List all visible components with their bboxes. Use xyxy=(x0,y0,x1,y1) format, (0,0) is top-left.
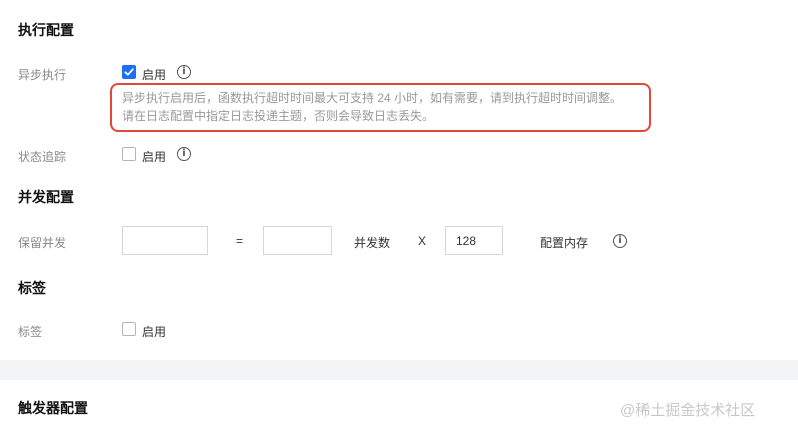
trigger-config-title: 触发器配置 xyxy=(18,400,88,416)
reserved-concurrency-input[interactable] xyxy=(122,226,208,255)
concurrency-count-input[interactable] xyxy=(263,226,332,255)
async-exec-checkbox-label[interactable]: 启用 xyxy=(142,66,166,83)
equals-sign: = xyxy=(236,234,244,248)
checkmark-icon xyxy=(124,68,134,76)
memory-config-label: 配置内存 xyxy=(540,236,589,250)
async-description-line1: 异步执行启用后，函数执行超时时间最大可支持 24 小时，如有需要，请到执行超时时… xyxy=(122,91,623,105)
reserved-concurrency-label: 保留并发 xyxy=(18,236,67,250)
status-tracking-checkbox[interactable] xyxy=(122,147,136,161)
multiply-sign: X xyxy=(418,234,427,248)
async-exec-checkbox[interactable] xyxy=(122,65,136,79)
concurrency-config-title: 并发配置 xyxy=(18,189,74,205)
info-icon[interactable]: i xyxy=(177,147,191,161)
section-separator xyxy=(0,360,798,380)
status-tracking-checkbox-label[interactable]: 启用 xyxy=(142,148,166,165)
memory-input[interactable]: 128 xyxy=(445,226,503,255)
async-description-line2: 请在日志配置中指定日志投递主题，否则会导致日志丢失。 xyxy=(122,109,435,123)
tags-label: 标签 xyxy=(18,325,43,339)
info-icon[interactable]: i xyxy=(177,65,191,79)
concurrency-count-label: 并发数 xyxy=(354,236,391,250)
status-tracking-label: 状态追踪 xyxy=(18,150,67,164)
tags-title: 标签 xyxy=(18,280,46,296)
tags-checkbox[interactable] xyxy=(122,322,136,336)
info-icon[interactable]: i xyxy=(613,234,627,248)
exec-config-title: 执行配置 xyxy=(18,22,74,38)
tags-checkbox-label[interactable]: 启用 xyxy=(142,323,166,340)
async-description: 异步执行启用后，函数执行超时时间最大可支持 24 小时，如有需要，请到执行超时时… xyxy=(122,89,642,125)
async-exec-label: 异步执行 xyxy=(18,68,67,82)
watermark: @稀土掘金技术社区 xyxy=(620,402,756,419)
